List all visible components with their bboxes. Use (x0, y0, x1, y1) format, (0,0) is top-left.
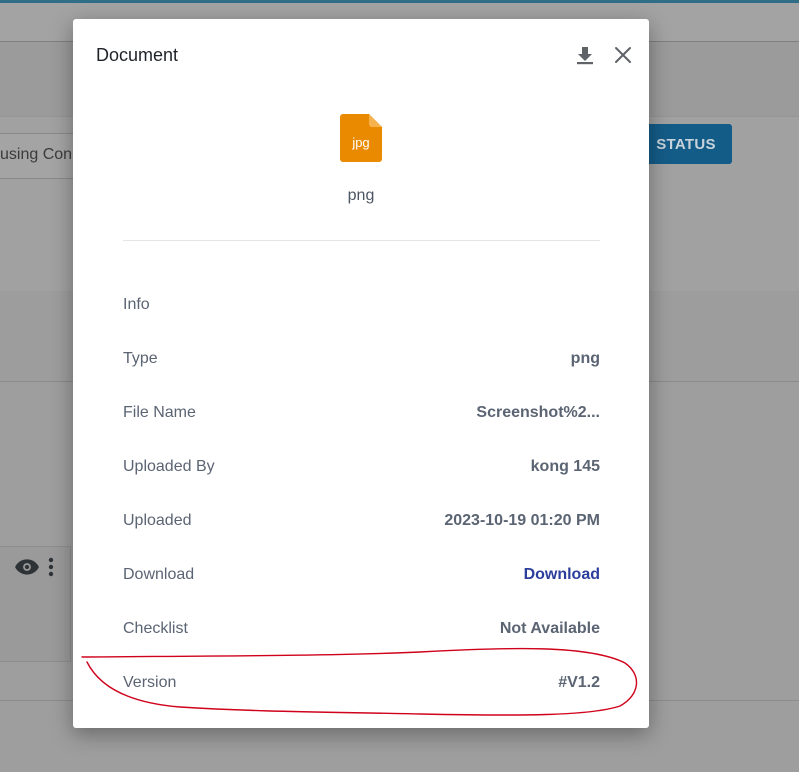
uploaded-by-value: kong 145 (530, 458, 600, 475)
file-type-badge: jpg (351, 135, 369, 150)
version-value: #V1.2 (558, 674, 600, 691)
dialog-title: Document (96, 45, 179, 65)
info-row-uploaded: Uploaded 2023-10-19 01:20 PM (123, 494, 600, 548)
file-name-label: File Name (123, 404, 196, 421)
info-row-uploaded-by: Uploaded By kong 145 (123, 440, 600, 494)
checklist-label: Checklist (123, 620, 188, 637)
more-vertical-icon[interactable] (48, 557, 54, 582)
download-icon[interactable] (573, 43, 597, 67)
info-row-file-name: File Name Screenshot%2... (123, 386, 600, 440)
uploaded-by-label: Uploaded By (123, 458, 215, 475)
divider (123, 240, 600, 241)
uploaded-label: Uploaded (123, 512, 192, 529)
info-row-type: Type png (123, 332, 600, 386)
file-caption: png (347, 187, 375, 204)
close-icon[interactable] (611, 43, 635, 67)
file-preview: jpg png (73, 114, 649, 205)
info-row-download: Download Download (123, 548, 600, 602)
info-row-checklist: Checklist Not Available (123, 602, 600, 656)
info-row-version: Version #V1.2 (123, 656, 600, 710)
jpg-file-icon: jpg (340, 114, 382, 162)
info-row-info: Info (123, 278, 600, 332)
eye-icon[interactable] (14, 558, 40, 581)
checklist-value: Not Available (499, 620, 600, 637)
uploaded-value: 2023-10-19 01:20 PM (444, 512, 600, 529)
dialog-actions (573, 43, 635, 67)
search-field-text: using Con (0, 146, 73, 163)
status-button[interactable]: STATUS (640, 124, 732, 164)
type-value: png (570, 350, 600, 367)
download-link[interactable]: Download (524, 566, 600, 584)
download-label: Download (123, 566, 195, 583)
document-dialog: Document jpg png Info Type png File Name… (73, 19, 649, 728)
document-card-actions (14, 557, 54, 582)
file-name-value: Screenshot%2... (476, 404, 600, 421)
type-label: Type (123, 350, 158, 367)
document-info-list: Info Type png File Name Screenshot%2... … (123, 278, 600, 710)
info-label: Info (123, 296, 150, 313)
version-label: Version (123, 674, 177, 691)
